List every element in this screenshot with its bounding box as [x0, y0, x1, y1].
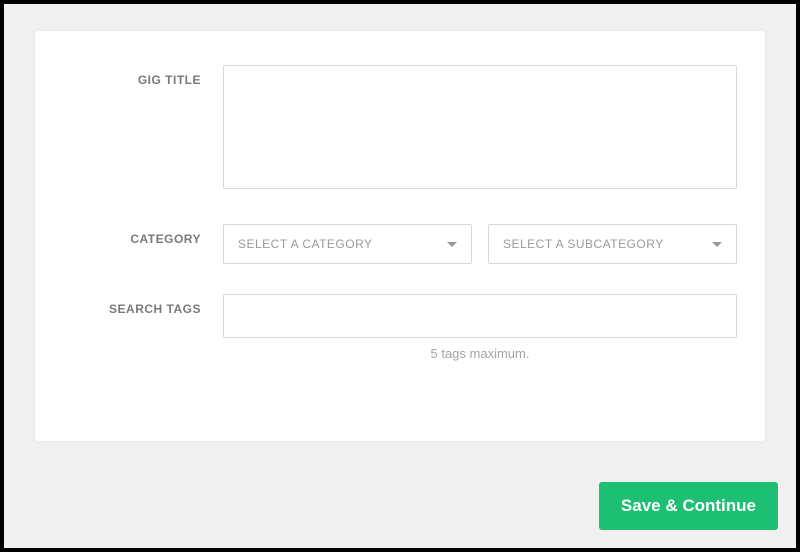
- page-frame: GIG TITLE CATEGORY SELECT A CATEGORY SEL…: [0, 0, 800, 552]
- subcategory-select-text: SELECT A SUBCATEGORY: [503, 237, 664, 251]
- form-card: GIG TITLE CATEGORY SELECT A CATEGORY SEL…: [34, 30, 766, 442]
- row-gig-title: GIG TITLE: [63, 65, 737, 194]
- label-category: CATEGORY: [63, 224, 223, 246]
- label-gig-title: GIG TITLE: [63, 65, 223, 87]
- field-category: SELECT A CATEGORY SELECT A SUBCATEGORY: [223, 224, 737, 264]
- field-gig-title: [223, 65, 737, 194]
- category-select-text: SELECT A CATEGORY: [238, 237, 373, 251]
- save-continue-button[interactable]: Save & Continue: [599, 482, 778, 530]
- row-search-tags: SEARCH TAGS: [63, 294, 737, 338]
- subcategory-select[interactable]: SELECT A SUBCATEGORY: [488, 224, 737, 264]
- row-category: CATEGORY SELECT A CATEGORY SELECT A SUBC…: [63, 224, 737, 264]
- field-search-tags: [223, 294, 737, 338]
- label-search-tags: SEARCH TAGS: [63, 294, 223, 316]
- tags-hint: 5 tags maximum.: [63, 346, 737, 361]
- chevron-down-icon: [447, 242, 457, 247]
- gig-title-input[interactable]: [223, 65, 737, 189]
- category-select-row: SELECT A CATEGORY SELECT A SUBCATEGORY: [223, 224, 737, 264]
- chevron-down-icon: [712, 242, 722, 247]
- category-select[interactable]: SELECT A CATEGORY: [223, 224, 472, 264]
- search-tags-input[interactable]: [223, 294, 737, 338]
